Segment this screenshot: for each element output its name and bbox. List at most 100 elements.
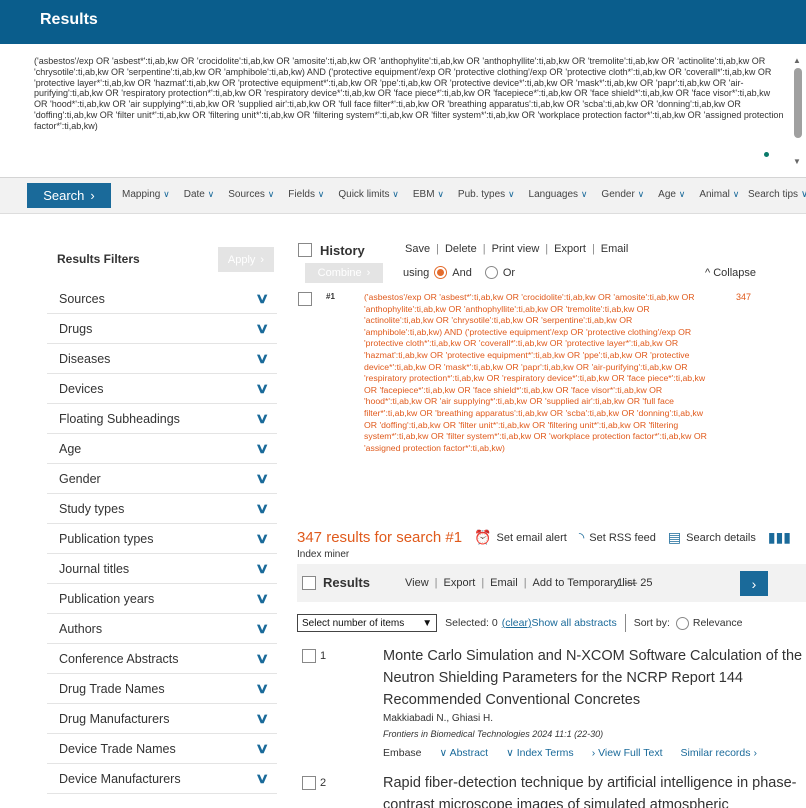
- filter-authors[interactable]: Authors ∨: [47, 614, 277, 644]
- rss-icon: ◝: [578, 529, 585, 545]
- filter-conference-abstracts[interactable]: Conference Abstracts ∨: [47, 644, 277, 674]
- option-gender[interactable]: Gender ∨: [601, 189, 644, 200]
- history-select-all-checkbox[interactable]: [298, 243, 312, 257]
- chevron-down-icon: ∨: [163, 189, 170, 199]
- history-delete-link[interactable]: Delete: [445, 243, 477, 255]
- filters-title: Results Filters: [57, 252, 140, 266]
- result-item: 1 Monte Carlo Simulation and N-XCOM Soft…: [298, 645, 802, 759]
- chevron-down-icon: ∨: [254, 350, 270, 366]
- export-link[interactable]: Export: [444, 577, 476, 589]
- view-full-text-link[interactable]: › View Full Text: [592, 747, 663, 759]
- select-number-dropdown[interactable]: Select number of items ▼: [297, 614, 438, 632]
- index-miner-link[interactable]: Index miner: [297, 549, 349, 560]
- radio-and[interactable]: [434, 266, 448, 279]
- alarm-clock-icon: ⏰: [474, 529, 492, 545]
- search-tips-link[interactable]: Search tips ∨: [748, 189, 806, 200]
- option-sources[interactable]: Sources ∨: [228, 189, 274, 200]
- history-title: History: [320, 242, 365, 258]
- filter-drug-manufacturers[interactable]: Drug Manufacturers ∨: [47, 704, 277, 734]
- results-select-all-checkbox[interactable]: [302, 576, 316, 590]
- filter-label: Sources: [59, 291, 105, 306]
- filter-devices[interactable]: Devices ∨: [47, 374, 277, 404]
- similar-records-link[interactable]: Similar records ›: [681, 747, 757, 759]
- option-mapping[interactable]: Mapping ∨: [122, 189, 170, 200]
- chevron-down-icon: ∨: [317, 189, 325, 199]
- show-all-abstracts-link[interactable]: Show all abstracts: [531, 617, 616, 629]
- filter-device-trade-names[interactable]: Device Trade Names ∨: [47, 734, 277, 764]
- query-box[interactable]: ('asbestos'/exp OR 'asbest*':ti,ab,kw OR…: [0, 44, 806, 178]
- history-email-link[interactable]: Email: [601, 243, 629, 255]
- history-row-checkbox[interactable]: [298, 292, 312, 306]
- radio-or[interactable]: [484, 266, 498, 279]
- bar-chart-icon-button[interactable]: ▮▮▮: [768, 529, 791, 546]
- filter-gender[interactable]: Gender ∨: [47, 464, 277, 494]
- filter-label: Drug Manufacturers: [59, 711, 170, 726]
- history-save-link[interactable]: Save: [405, 243, 430, 255]
- option-animal[interactable]: Animal ∨: [699, 189, 739, 200]
- filter-study-types[interactable]: Study types ∨: [47, 494, 277, 524]
- combine-button[interactable]: Combine ›: [305, 263, 383, 283]
- scrollbar-thumb[interactable]: [794, 68, 802, 138]
- selected-count: Selected: 0: [445, 617, 498, 629]
- option-ebm[interactable]: EBM ∨: [413, 189, 444, 200]
- index-terms-toggle[interactable]: ∨ Index Terms: [506, 747, 574, 759]
- result-links: Embase ∨ Abstract ∨ Index Terms › View F…: [383, 747, 757, 759]
- option-label: EBM: [412, 189, 435, 200]
- collapse-link[interactable]: ^ Collapse: [705, 267, 756, 279]
- filter-label: Conference Abstracts: [59, 651, 179, 666]
- filter-journal-titles[interactable]: Journal titles ∨: [47, 554, 277, 584]
- filter-diseases[interactable]: Diseases ∨: [47, 344, 277, 374]
- result-checkbox[interactable]: [302, 649, 316, 663]
- chevron-down-icon: ∨: [254, 320, 270, 336]
- query-text[interactable]: ('asbestos'/exp OR 'asbest*':ti,ab,kw OR…: [34, 56, 784, 132]
- radio-relevance[interactable]: [675, 616, 689, 630]
- history-row-query[interactable]: ('asbestos'/exp OR 'asbest*':ti,ab,kw OR…: [364, 292, 709, 454]
- filter-age[interactable]: Age ∨: [47, 434, 277, 464]
- search-bar: Search › Mapping ∨ Date ∨ Sources ∨ Fiel…: [0, 178, 806, 214]
- collapse-label: Collapse: [713, 267, 757, 279]
- filter-label: Study types: [59, 501, 125, 516]
- option-label: Languages: [528, 189, 579, 200]
- pager-next-button[interactable]: ›: [740, 571, 768, 596]
- filter-floating-subheadings[interactable]: Floating Subheadings ∨: [47, 404, 277, 434]
- option-date[interactable]: Date ∨: [184, 189, 215, 200]
- result-title[interactable]: Rapid fiber-detection technique by artif…: [383, 772, 798, 808]
- result-item: 2 Rapid fiber-detection technique by art…: [298, 772, 798, 808]
- option-fields[interactable]: Fields ∨: [288, 189, 324, 200]
- search-button[interactable]: Search ›: [27, 183, 111, 208]
- abstract-toggle[interactable]: ∨ Abstract: [440, 747, 489, 759]
- chevron-down-icon: ∨: [254, 590, 270, 606]
- email-link[interactable]: Email: [490, 577, 518, 589]
- filter-label: Drug Trade Names: [59, 681, 165, 696]
- clear-link[interactable]: (clear): [502, 617, 532, 629]
- chevron-down-icon: ∨: [254, 440, 270, 456]
- apply-button[interactable]: Apply ›: [218, 247, 274, 272]
- result-title[interactable]: Monte Carlo Simulation and N-XCOM Softwa…: [383, 645, 803, 711]
- chevron-down-icon: ∨: [207, 189, 215, 199]
- filter-sources[interactable]: Sources ∨: [47, 284, 277, 314]
- filter-device-manufacturers[interactable]: Device Manufacturers ∨: [47, 764, 277, 794]
- status-dot-icon: [764, 152, 769, 157]
- option-pub-types[interactable]: Pub. types ∨: [458, 189, 515, 200]
- filter-drugs[interactable]: Drugs ∨: [47, 314, 277, 344]
- search-details-link[interactable]: ▤ Search details: [668, 529, 756, 546]
- history-export-link[interactable]: Export: [554, 243, 586, 255]
- set-rss-feed-link[interactable]: ◝ Set RSS feed: [579, 529, 656, 546]
- option-age[interactable]: Age ∨: [658, 189, 685, 200]
- option-quick-limits[interactable]: Quick limits ∨: [338, 189, 399, 200]
- option-languages[interactable]: Languages ∨: [529, 189, 588, 200]
- filter-drug-trade-names[interactable]: Drug Trade Names ∨: [47, 674, 277, 704]
- filter-publication-types[interactable]: Publication types ∨: [47, 524, 277, 554]
- filter-label: Device Manufacturers: [59, 771, 181, 786]
- divider: [624, 614, 626, 632]
- filter-publication-years[interactable]: Publication years ∨: [47, 584, 277, 614]
- history-print-link[interactable]: Print view: [492, 243, 540, 255]
- result-checkbox[interactable]: [302, 776, 316, 790]
- set-email-alert-link[interactable]: ⏰ Set email alert: [474, 529, 567, 546]
- view-link[interactable]: View: [405, 577, 429, 589]
- chevron-down-icon: ∨: [254, 560, 270, 576]
- history-row-count[interactable]: 347: [736, 292, 751, 302]
- option-label: Gender: [601, 189, 635, 200]
- scroll-down-icon[interactable]: ▼: [793, 157, 801, 166]
- scroll-up-icon[interactable]: ▲: [793, 56, 801, 65]
